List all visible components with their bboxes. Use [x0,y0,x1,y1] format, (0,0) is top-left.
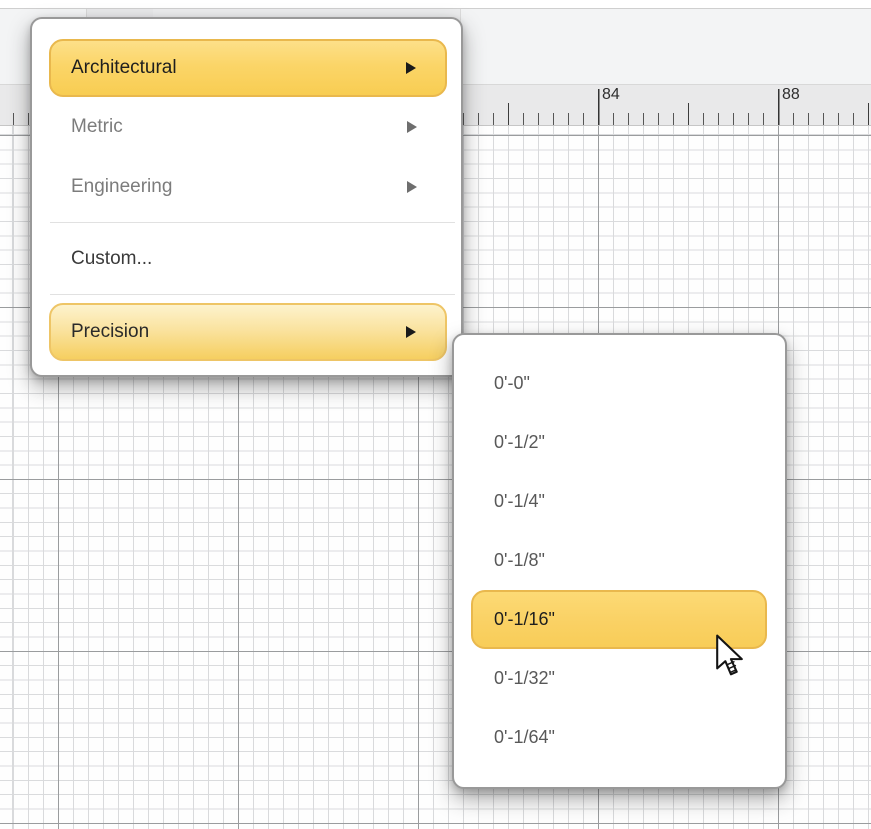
submenu-item-label: 0'-1/64" [494,727,555,748]
submenu-item-label: 0'-1/4" [494,491,545,512]
menu-item-label: Metric [71,116,123,138]
submenu-item-label: 0'-1/16" [494,609,555,630]
ruler-tick-label: 88 [782,86,800,104]
submenu-item-label: 0'-1/32" [494,668,555,689]
menu-item-label: Architectural [71,57,177,79]
submenu-arrow-icon [407,121,417,133]
submenu-item-0-1-32[interactable]: 0'-1/32" [454,649,785,708]
menu-item-metric[interactable]: Metric [32,98,461,156]
submenu-arrow-icon [407,181,417,193]
submenu-item-label: 0'-1/8" [494,550,545,571]
submenu-item-0-1-4[interactable]: 0'-1/4" [454,472,785,531]
submenu-arrow-icon [406,326,416,338]
menu-item-custom[interactable]: Custom... [32,230,461,288]
menu-item-engineering[interactable]: Engineering [32,158,461,216]
menu-separator [50,222,455,223]
menu-item-architectural[interactable]: Architectural [49,39,447,97]
submenu-arrow-icon [406,62,416,74]
submenu-item-label: 0'-1/2" [494,432,545,453]
units-context-menu: Architectural Metric Engineering Custom.… [30,17,463,377]
precision-submenu: 0'-0" 0'-1/2" 0'-1/4" 0'-1/8" 0'-1/16" 0… [452,333,787,789]
submenu-item-0-1-8[interactable]: 0'-1/8" [454,531,785,590]
window-top-strip [0,0,871,9]
menu-item-label: Engineering [71,176,172,198]
submenu-item-0-1-16[interactable]: 0'-1/16" [471,590,767,649]
menu-item-precision[interactable]: Precision [49,303,447,361]
menu-item-label: Precision [71,321,149,343]
menu-item-label: Custom... [71,248,152,270]
ruler-tick-label: 84 [602,86,620,104]
menu-separator [50,294,455,295]
submenu-item-0-0[interactable]: 0'-0" [454,354,785,413]
submenu-item-0-1-2[interactable]: 0'-1/2" [454,413,785,472]
submenu-item-label: 0'-0" [494,373,530,394]
submenu-item-0-1-64[interactable]: 0'-1/64" [454,708,785,767]
